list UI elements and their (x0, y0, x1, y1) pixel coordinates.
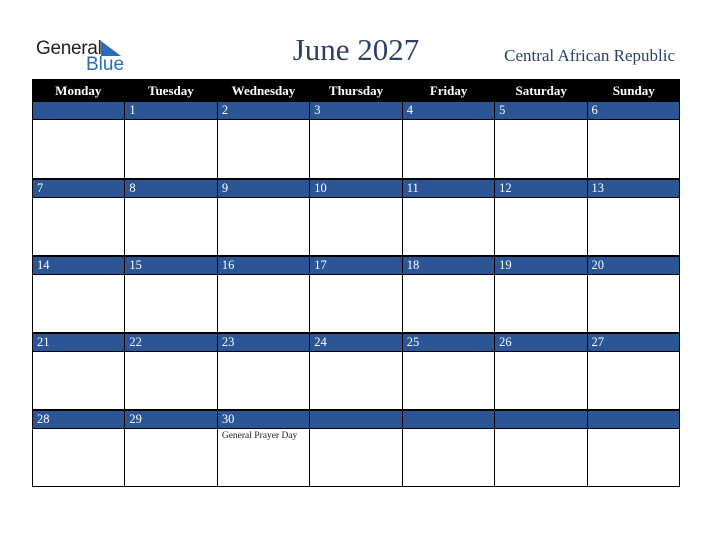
day-cell[interactable]: 8 (124, 179, 217, 256)
date-number: 28 (33, 410, 125, 429)
weekday-friday: Friday (429, 83, 468, 98)
date-number: 19 (495, 256, 587, 275)
day-cell[interactable] (494, 410, 587, 487)
date-number: 10 (310, 179, 402, 198)
date-number: 7 (33, 179, 125, 198)
date-number: 15 (125, 256, 217, 275)
weekday-wednesday: Wednesday (231, 83, 296, 98)
week-row: 123456 (32, 102, 680, 179)
day-cell[interactable]: 14 (32, 256, 125, 333)
date-number (33, 102, 125, 120)
week-row: 7 8 9 10 11 12 13 (32, 179, 680, 256)
week-row: 28 29 30 General Prayer Day (32, 410, 680, 487)
day-cell[interactable]: 12 (494, 179, 587, 256)
date-number: 22 (125, 333, 217, 352)
date-number: 13 (587, 179, 679, 198)
day-cell[interactable]: 15 (124, 256, 217, 333)
date-number (495, 410, 587, 429)
weekday-monday: Monday (55, 83, 102, 98)
day-cell[interactable] (401, 410, 495, 487)
day-cell[interactable]: 28 (32, 410, 125, 487)
day-cell[interactable]: 9 (216, 179, 310, 256)
date-number: 11 (402, 179, 495, 198)
date-number: 30 (217, 410, 310, 429)
date-number: 26 (495, 333, 587, 352)
holiday-label: General Prayer Day (221, 431, 298, 441)
day-cell[interactable]: 16 (216, 256, 310, 333)
weekday-saturday: Saturday (515, 83, 567, 98)
date-number (587, 410, 679, 429)
day-cell[interactable] (586, 410, 680, 487)
date-number: 17 (310, 256, 402, 275)
date-number: 23 (217, 333, 310, 352)
day-cell[interactable]: 19 (494, 256, 587, 333)
weekday-thursday: Thursday (328, 83, 384, 98)
day-cell[interactable]: 1 (124, 102, 217, 179)
date-number: 16 (217, 256, 310, 275)
day-cell[interactable]: 25 (401, 333, 495, 410)
day-cell[interactable]: 22 (124, 333, 217, 410)
day-cell[interactable]: 13 (586, 179, 680, 256)
day-cell[interactable]: 21 (32, 333, 125, 410)
date-number: 20 (587, 256, 679, 275)
date-number: 27 (587, 333, 679, 352)
day-cell[interactable]: 11 (401, 179, 495, 256)
calendar-grid: Monday Tuesday Wednesday Thursday Friday Satu… (32, 79, 680, 487)
day-cell[interactable]: 10 (309, 179, 402, 256)
weekday-tuesday: Tuesday (147, 83, 194, 98)
day-cell[interactable]: 5 (494, 102, 587, 179)
weekday-sunday: Sunday (612, 83, 655, 98)
date-number: 12 (495, 179, 587, 198)
date-number (310, 410, 402, 429)
date-number: 1 (125, 102, 217, 120)
country-label: Central African Republic (504, 46, 675, 65)
day-cell[interactable]: 26 (494, 333, 587, 410)
day-cell[interactable]: 30 General Prayer Day (216, 410, 310, 487)
day-cell[interactable]: 6 (586, 102, 680, 179)
day-cell[interactable]: 2 (216, 102, 310, 179)
date-number: 9 (217, 179, 310, 198)
date-number: 4 (402, 102, 495, 120)
date-number: 25 (402, 333, 495, 352)
weekday-header: Monday Tuesday Wednesday Thursday Friday Satu… (32, 79, 680, 102)
date-number: 5 (495, 102, 587, 120)
day-cell[interactable]: 7 (32, 179, 125, 256)
date-number: 21 (33, 333, 125, 352)
day-cell[interactable] (309, 410, 402, 487)
day-cell[interactable]: 27 (586, 333, 680, 410)
day-cell[interactable]: 29 (124, 410, 217, 487)
day-cell[interactable]: 4 (401, 102, 495, 179)
day-cell[interactable]: 17 (309, 256, 402, 333)
day-cell[interactable]: 3 (309, 102, 402, 179)
date-number: 2 (217, 102, 310, 120)
day-cell[interactable]: 24 (309, 333, 402, 410)
date-number: 8 (125, 179, 217, 198)
date-number (402, 410, 495, 429)
date-number: 18 (402, 256, 495, 275)
day-cell[interactable] (32, 102, 125, 179)
week-row: 21 22 23 24 25 26 27 (32, 333, 680, 410)
date-number: 24 (310, 333, 402, 352)
day-cell[interactable]: 23 (216, 333, 310, 410)
day-cell[interactable]: 18 (401, 256, 495, 333)
date-number: 14 (33, 256, 125, 275)
date-number: 3 (310, 102, 402, 120)
date-number: 6 (587, 102, 679, 120)
week-row: 14 15 16 17 18 19 20 (32, 256, 680, 333)
day-cell[interactable]: 20 (586, 256, 680, 333)
date-number: 29 (125, 410, 217, 429)
